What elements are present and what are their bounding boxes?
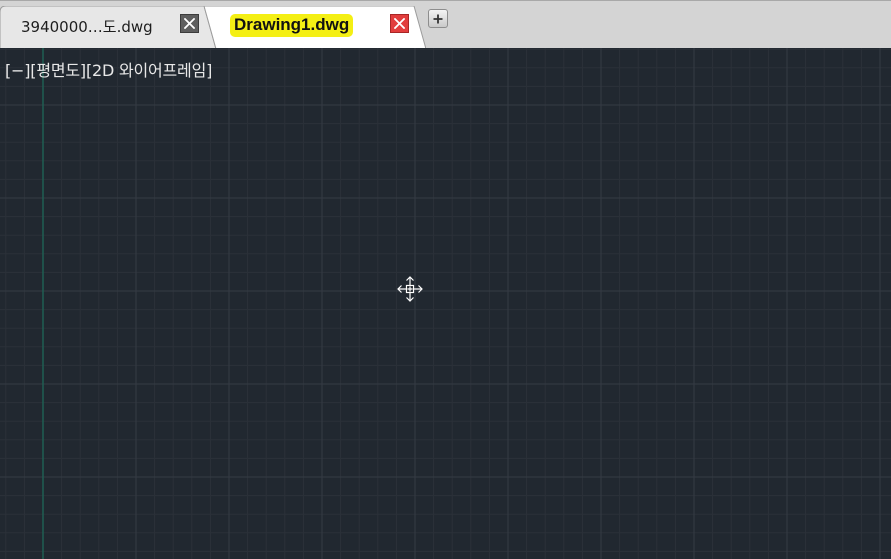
document-tab-bar: 3940000…도.dwg Drawing1.dwg (0, 0, 891, 48)
minor-grid-lines (0, 48, 891, 559)
drawing-viewport[interactable]: [−][평면도][2D 와이어프레임] (0, 48, 891, 559)
close-icon (184, 18, 195, 29)
move-cursor-icon (397, 276, 423, 302)
viewport-controls: [−][평면도][2D 와이어프레임] (5, 57, 212, 81)
viewport-controls-menu[interactable]: [−] (5, 61, 30, 80)
cad-application: 3940000…도.dwg Drawing1.dwg [−][평면도][2D 와… (0, 0, 891, 559)
major-grid-lines (0, 48, 891, 559)
grid (0, 48, 891, 559)
tab-label: 3940000…도.dwg (21, 18, 153, 36)
tab-drawing1-dwg[interactable]: Drawing1.dwg (204, 6, 426, 48)
tab-drawing-1[interactable]: 3940000…도.dwg (0, 6, 216, 48)
tab-close-button[interactable] (390, 14, 409, 33)
close-icon (394, 18, 405, 29)
visual-style-menu[interactable]: [2D 와이어프레임] (86, 61, 212, 80)
tab-label: Drawing1.dwg (230, 14, 354, 37)
tab-close-button[interactable] (180, 14, 199, 33)
new-tab-button[interactable] (428, 9, 448, 28)
plus-icon (433, 14, 443, 23)
view-cube-menu[interactable]: [평면도] (30, 61, 86, 80)
